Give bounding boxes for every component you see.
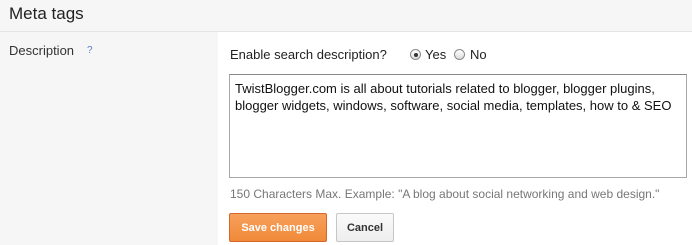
radio-yes-label[interactable]: Yes: [425, 47, 446, 62]
radio-no[interactable]: [454, 49, 465, 60]
description-label: Description: [9, 43, 75, 58]
enable-search-description-label: Enable search description?: [230, 47, 387, 62]
radio-yes[interactable]: [410, 49, 421, 60]
section-title: Meta tags: [9, 4, 84, 23]
cancel-button[interactable]: Cancel: [336, 213, 394, 242]
description-textarea[interactable]: TwistBlogger.com is all about tutorials …: [229, 74, 687, 178]
radio-no-label[interactable]: No: [470, 47, 487, 62]
label-column: [0, 32, 218, 245]
section-header: Meta tags: [0, 0, 692, 32]
help-link[interactable]: ?: [87, 45, 93, 56]
character-limit-hint: 150 Characters Max. Example: "A blog abo…: [230, 187, 660, 201]
save-changes-button[interactable]: Save changes: [229, 213, 327, 242]
